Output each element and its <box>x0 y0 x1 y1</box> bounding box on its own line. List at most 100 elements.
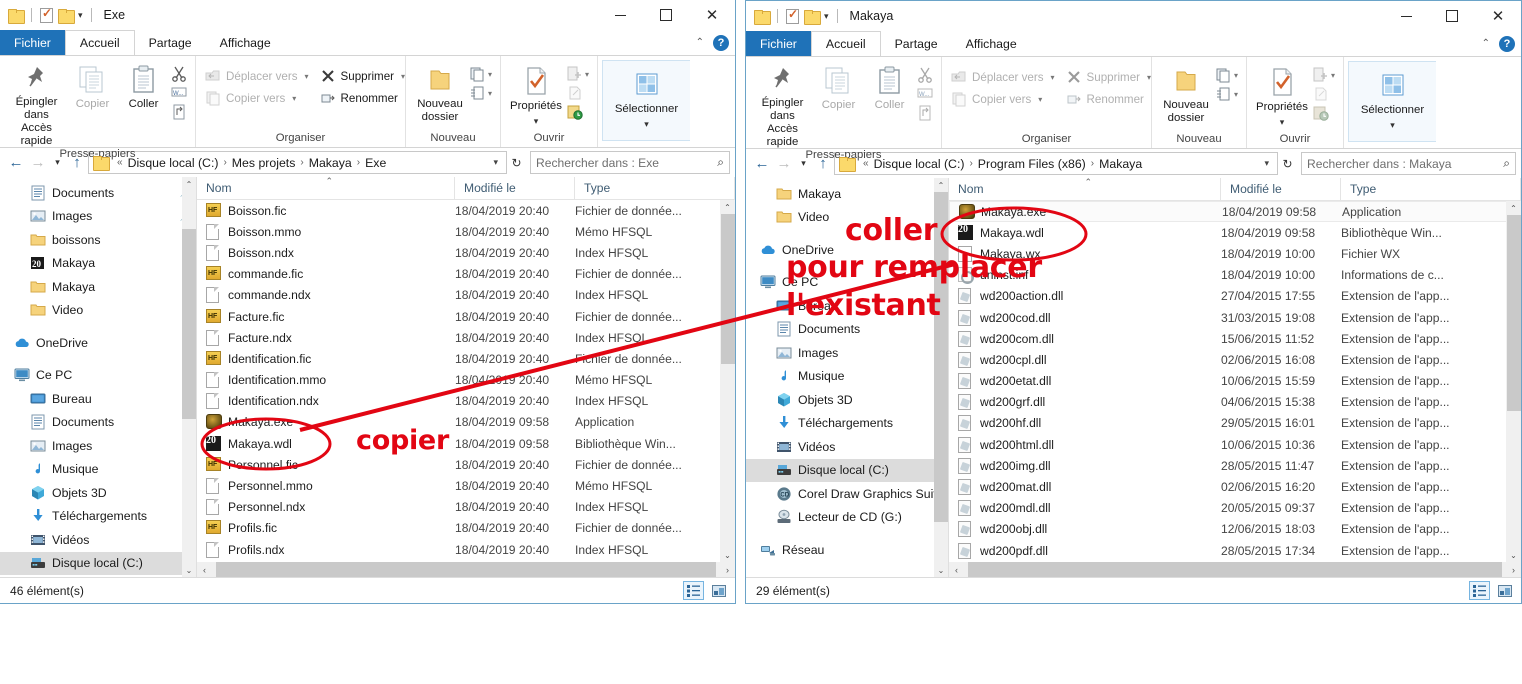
list-scroll-thumb[interactable] <box>720 214 735 364</box>
tree-item-bureau[interactable]: Bureau <box>0 387 196 411</box>
properties-icon[interactable] <box>40 6 53 23</box>
rename-button[interactable]: Renommer <box>1063 89 1158 109</box>
chevron-down-icon[interactable]: ▾ <box>1331 71 1335 80</box>
tree-item-r-seau[interactable]: Réseau <box>746 538 948 562</box>
chevron-down-icon[interactable]: ▾ <box>305 72 309 81</box>
chevron-down-icon[interactable]: ▾ <box>1390 120 1395 131</box>
scroll-down-icon[interactable]: ⌄ <box>934 563 948 577</box>
file-row[interactable]: Makaya.wx 18/04/2019 10:00 Fichier WX <box>949 243 1521 264</box>
properties-button[interactable]: Propriétés ▾ <box>1253 61 1311 128</box>
tree-item-images[interactable]: Images <box>746 341 948 365</box>
paste-button[interactable]: Coller <box>118 60 169 111</box>
copy-button[interactable]: Copier <box>813 61 864 112</box>
scroll-right-icon[interactable]: › <box>720 562 735 577</box>
new-folder-button[interactable]: Nouveau dossier <box>412 60 468 124</box>
tree-item-disque-local-c[interactable]: Disque local (C:) <box>746 458 948 482</box>
select-button[interactable]: Sélectionner ▾ <box>1357 66 1429 131</box>
tab-fichier[interactable]: Fichier <box>0 30 65 55</box>
large-icons-view-button[interactable] <box>708 581 729 600</box>
tree-item-disque-local-c[interactable]: Disque local (C:) <box>0 551 196 575</box>
tree-item-boissons[interactable]: boissons <box>0 228 196 252</box>
tree-item-ce-pc[interactable]: Ce PC <box>0 364 196 388</box>
file-row[interactable]: commande.fic 18/04/2019 20:40 Fichier de d… <box>197 264 735 285</box>
chevron-down-icon[interactable]: ▾ <box>78 10 83 20</box>
tree-item-ce-pc[interactable]: Ce PC <box>746 271 948 295</box>
tree-item-documents[interactable]: Documents📌 <box>0 181 196 205</box>
help-icon[interactable]: ? <box>1499 35 1515 52</box>
maximize-button[interactable] <box>1429 1 1475 31</box>
tree-item-makaya[interactable]: Makaya <box>746 182 948 206</box>
breadcrumb-item-2[interactable]: Makaya <box>309 156 352 170</box>
file-row[interactable]: wd200pdf.dll 28/05/2015 17:34 Extension de… <box>949 540 1521 561</box>
tab-partage[interactable]: Partage <box>135 30 206 55</box>
cut-icon[interactable] <box>171 66 187 82</box>
new-item-icon[interactable] <box>470 66 486 82</box>
file-row[interactable]: Profils.ndx 18/04/2019 20:40 Index HFSQL <box>197 539 735 560</box>
column-header-modified[interactable]: Modifié le <box>1221 177 1341 201</box>
paste-shortcut-icon[interactable] <box>917 105 933 121</box>
nav-scrollbar[interactable]: ⌃ ⌄ <box>934 178 948 577</box>
large-icons-view-button[interactable] <box>1494 581 1515 600</box>
delete-button[interactable]: Supprimer ▾ <box>317 66 412 86</box>
hscroll-track[interactable] <box>212 562 720 577</box>
easy-access-icon[interactable] <box>1216 86 1232 102</box>
file-row[interactable]: Personnel.fic 18/04/2019 20:40 Fichier de … <box>197 454 735 475</box>
tree-item-corel-draw-graphics-suite[interactable]: CD Corel Draw Graphics Suite <box>746 482 948 506</box>
minimize-button[interactable] <box>597 0 643 30</box>
delete-button[interactable]: Supprimer ▾ <box>1063 67 1158 87</box>
breadcrumb-item-1[interactable]: Mes projets <box>232 156 296 170</box>
chevron-down-icon[interactable]: ▾ <box>1259 158 1274 169</box>
pin-to-quick-access-button[interactable]: Épingler dans Accès rapide <box>752 61 813 149</box>
new-item-icon[interactable] <box>1216 67 1232 83</box>
refresh-button[interactable]: ↻ <box>507 151 526 174</box>
file-row[interactable]: Identification.mmo 18/04/2019 20:40 Mémo H… <box>197 370 735 391</box>
minimize-button[interactable] <box>1383 1 1429 31</box>
file-row[interactable]: wd200html.dll 10/06/2015 10:36 Extension d… <box>949 434 1521 455</box>
file-row[interactable]: Personnel.ndx 18/04/2019 20:40 Index HFSQL <box>197 497 735 518</box>
column-header-modified[interactable]: Modifié le <box>455 176 575 200</box>
file-row[interactable]: wd200obj.dll 12/06/2015 18:03 Extension de… <box>949 519 1521 540</box>
tab-accueil[interactable]: Accueil <box>64 30 135 55</box>
file-row[interactable]: wd200hf.dll 29/05/2015 16:01 Extension de … <box>949 413 1521 434</box>
close-button[interactable]: ✕ <box>689 0 735 30</box>
copy-path-icon[interactable]: W... <box>917 86 933 102</box>
tree-item-video[interactable]: Video <box>746 206 948 230</box>
chevron-down-icon[interactable]: ▾ <box>824 11 829 21</box>
file-row[interactable]: wd200action.dll 27/04/2015 17:55 Extension… <box>949 286 1521 307</box>
rename-button[interactable]: Renommer <box>317 88 412 108</box>
search-box[interactable]: Rechercher dans : Exe ⌕ <box>530 151 730 174</box>
collapse-ribbon-icon[interactable]: ⌃ <box>1482 38 1490 49</box>
file-row[interactable]: wd200mdl.dll 20/05/2015 09:37 Extension de… <box>949 498 1521 519</box>
tree-item-vid-os[interactable]: Vidéos <box>746 435 948 459</box>
chevron-down-icon[interactable]: ▾ <box>1038 95 1042 104</box>
file-row[interactable]: wd200cpl.dll 02/06/2015 16:08 Extension de… <box>949 349 1521 370</box>
scroll-down-icon[interactable]: ⌄ <box>182 563 196 577</box>
scroll-down-icon[interactable]: ⌄ <box>721 548 735 562</box>
chevron-down-icon[interactable]: ▾ <box>1147 73 1151 82</box>
chevron-down-icon[interactable]: ▾ <box>644 119 649 130</box>
scroll-up-icon[interactable]: ⌃ <box>1507 201 1521 215</box>
tree-item-t-l-chargements[interactable]: Téléchargements <box>0 505 196 529</box>
file-row[interactable]: uninst.inf 18/04/2019 10:00 Informations d… <box>949 265 1521 286</box>
copy-to-button[interactable]: Copier vers ▾ <box>202 88 315 108</box>
tab-accueil[interactable]: Accueil <box>810 31 881 56</box>
folder-icon[interactable] <box>8 8 25 24</box>
search-input[interactable]: Rechercher dans : Exe <box>536 156 659 170</box>
file-row[interactable]: Makaya.exe 18/04/2019 09:58 Application <box>197 412 735 433</box>
chevron-down-icon[interactable]: ▾ <box>1234 71 1238 80</box>
new-folder-icon[interactable] <box>804 9 821 25</box>
collapse-ribbon-icon[interactable]: ⌃ <box>696 37 704 48</box>
pin-to-quick-access-button[interactable]: Épingler dans Accès rapide <box>6 60 67 148</box>
tab-affichage[interactable]: Affichage <box>206 30 285 55</box>
tree-item-makaya[interactable]: Makaya <box>0 275 196 299</box>
breadcrumb-item-1[interactable]: Program Files (x86) <box>978 157 1086 171</box>
chevron-down-icon[interactable]: ▾ <box>585 70 589 79</box>
history-icon[interactable] <box>1313 105 1329 121</box>
list-scroll-thumb[interactable] <box>1506 215 1521 411</box>
quick-access-toolbar[interactable]: ▾ <box>0 6 95 24</box>
hscroll-thumb[interactable] <box>216 562 716 577</box>
chevron-down-icon[interactable]: ▾ <box>292 94 296 103</box>
help-icon[interactable]: ? <box>713 34 729 51</box>
tree-item-vid-os[interactable]: Vidéos <box>0 528 196 552</box>
file-row[interactable]: Identification.fic 18/04/2019 20:40 Fichie… <box>197 348 735 369</box>
